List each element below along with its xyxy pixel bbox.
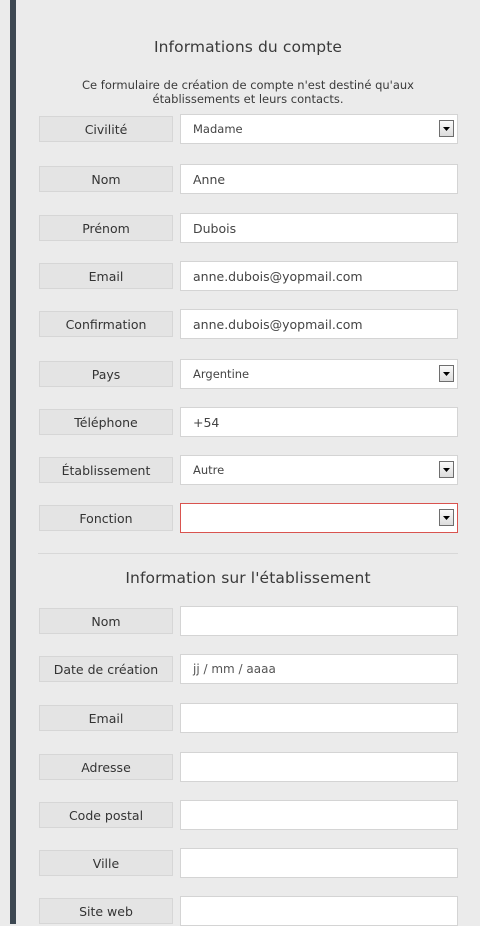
etablissement-value: Autre bbox=[193, 463, 225, 477]
adresse-input[interactable] bbox=[180, 752, 458, 782]
establishment-section-title: Information sur l'établissement bbox=[125, 569, 371, 587]
email-input[interactable]: anne.dubois@yopmail.com bbox=[180, 261, 458, 291]
etab-nom-label: Nom bbox=[39, 608, 173, 634]
nom-input[interactable]: Anne bbox=[180, 164, 458, 194]
etab-email-input[interactable] bbox=[180, 703, 458, 733]
intro-line-2: établissements et leurs contacts. bbox=[152, 92, 344, 106]
chevron-down-icon[interactable] bbox=[439, 120, 454, 137]
chevron-down-icon[interactable] bbox=[439, 509, 454, 526]
adresse-label: Adresse bbox=[39, 754, 173, 780]
account-form-page: Informations du compte Ce formulaire de … bbox=[0, 0, 480, 926]
intro-line-1: Ce formulaire de création de compte n'es… bbox=[82, 78, 414, 92]
chevron-down-icon[interactable] bbox=[439, 461, 454, 478]
email-label: Email bbox=[39, 263, 173, 289]
etablissement-select[interactable]: Autre bbox=[180, 455, 458, 485]
civilite-select[interactable]: Madame bbox=[180, 114, 458, 144]
telephone-input[interactable]: +54 bbox=[180, 407, 458, 437]
prenom-input[interactable]: Dubois bbox=[180, 213, 458, 243]
account-section-title: Informations du compte bbox=[153, 38, 343, 56]
etab-email-label: Email bbox=[39, 705, 173, 731]
fonction-label: Fonction bbox=[39, 505, 173, 531]
civilite-value: Madame bbox=[193, 122, 243, 136]
fonction-select[interactable] bbox=[180, 503, 458, 533]
code-postal-label: Code postal bbox=[39, 802, 173, 828]
etab-nom-input[interactable] bbox=[180, 606, 458, 636]
etablissement-label: Établissement bbox=[39, 457, 173, 483]
section-divider bbox=[38, 553, 458, 554]
prenom-label: Prénom bbox=[39, 215, 173, 241]
site-web-input[interactable] bbox=[180, 896, 458, 926]
confirmation-input[interactable]: anne.dubois@yopmail.com bbox=[180, 309, 458, 339]
pays-select[interactable]: Argentine bbox=[180, 359, 458, 389]
date-creation-input[interactable]: jj / mm / aaaa bbox=[180, 654, 458, 684]
chevron-down-icon[interactable] bbox=[439, 365, 454, 382]
pays-value: Argentine bbox=[193, 367, 250, 381]
date-creation-label: Date de création bbox=[39, 656, 173, 682]
telephone-label: Téléphone bbox=[39, 409, 173, 435]
site-web-label: Site web bbox=[39, 898, 173, 924]
civilite-label: Civilité bbox=[39, 116, 173, 142]
date-creation-placeholder: jj / mm / aaaa bbox=[193, 662, 276, 676]
nom-label: Nom bbox=[39, 166, 173, 192]
confirmation-label: Confirmation bbox=[39, 311, 173, 337]
ville-input[interactable] bbox=[180, 848, 458, 878]
code-postal-input[interactable] bbox=[180, 800, 458, 830]
left-edge-bar bbox=[10, 0, 16, 924]
pays-label: Pays bbox=[39, 361, 173, 387]
ville-label: Ville bbox=[39, 850, 173, 876]
account-intro-text: Ce formulaire de création de compte n'es… bbox=[38, 78, 458, 106]
